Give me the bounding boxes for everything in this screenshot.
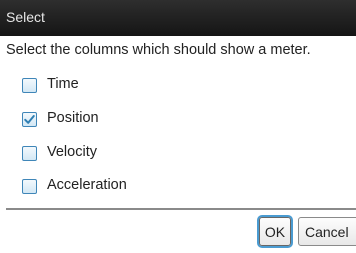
checkbox-position[interactable] [22, 112, 37, 127]
option-time-label: Time [47, 76, 79, 92]
dialog-title: Select [6, 9, 45, 25]
option-velocity[interactable]: Velocity [22, 144, 342, 164]
option-time[interactable]: Time [22, 76, 342, 96]
checkbox-velocity[interactable] [22, 146, 37, 161]
option-position[interactable]: Position [22, 110, 342, 130]
checkmark-icon [24, 115, 35, 124]
option-acceleration-label: Acceleration [47, 177, 127, 193]
option-velocity-label: Velocity [47, 144, 97, 160]
option-acceleration[interactable]: Acceleration [22, 177, 342, 197]
ok-button[interactable]: OK [259, 217, 291, 246]
checkbox-acceleration[interactable] [22, 179, 37, 194]
dialog-titlebar: Select [0, 0, 356, 36]
dialog-prompt: Select the columns which should show a m… [6, 42, 311, 58]
cancel-button[interactable]: Cancel [298, 217, 356, 246]
option-position-label: Position [47, 110, 99, 126]
checkbox-time[interactable] [22, 78, 37, 93]
dialog-divider [6, 208, 356, 210]
